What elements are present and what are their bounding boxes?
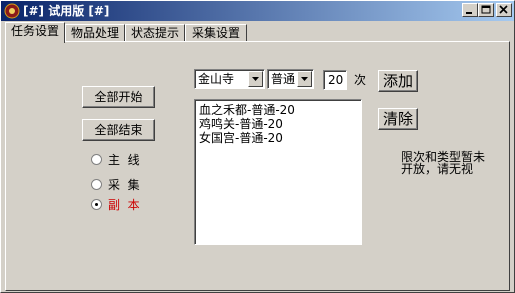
radio-main-quest[interactable]: 主 线 <box>91 152 151 168</box>
radio-circle <box>91 154 102 165</box>
difficulty-select[interactable]: 普通 <box>267 69 314 89</box>
minimize-icon <box>466 12 472 14</box>
app-window: [#] 试用版 [#] 任务设置 物品处理 状态提示 采集设置 全部开始 全部结… <box>0 0 515 293</box>
app-icon <box>4 3 20 19</box>
location-select[interactable]: 金山寺 <box>194 69 265 89</box>
list-item[interactable]: 女国宫-普通-20 <box>199 131 283 145</box>
tab-label: 任务设置 <box>10 24 59 38</box>
list-item[interactable]: 鸡鸣关-普通-20 <box>199 117 283 131</box>
radio-label: 主 线 <box>108 153 140 167</box>
tab-status-tips[interactable]: 状态提示 <box>125 24 185 42</box>
clear-button[interactable]: 清除 <box>378 108 418 130</box>
task-settings-panel: 全部开始 全部结束 主 线 采 集 副 本 金山寺 普通 20 次 添加 清除 … <box>5 41 510 291</box>
radio-dot <box>95 203 98 206</box>
radio-gather[interactable]: 采 集 <box>91 177 151 193</box>
chevron-down-icon <box>252 77 259 81</box>
tab-item-handling[interactable]: 物品处理 <box>65 24 125 42</box>
radio-circle <box>91 199 102 210</box>
difficulty-select-value: 普通 <box>271 72 296 86</box>
radio-circle <box>91 179 102 190</box>
tab-label: 采集设置 <box>191 26 240 40</box>
location-dropdown-button[interactable] <box>248 71 263 87</box>
tab-label: 状态提示 <box>130 26 179 40</box>
tab-task-settings[interactable]: 任务设置 <box>5 22 65 43</box>
radio-dungeon[interactable]: 副 本 <box>91 197 151 213</box>
task-listbox[interactable]: 血之禾都-普通-20 鸡鸣关-普通-20 女国宫-普通-20 <box>194 99 362 245</box>
maximize-icon <box>481 5 491 14</box>
end-all-button[interactable]: 全部结束 <box>82 119 155 141</box>
count-input[interactable]: 20 <box>323 70 347 90</box>
start-all-button[interactable]: 全部开始 <box>82 86 155 108</box>
radio-label: 采 集 <box>108 178 140 192</box>
location-select-value: 金山寺 <box>198 72 235 86</box>
add-button[interactable]: 添加 <box>378 70 418 92</box>
chevron-down-icon <box>301 77 308 81</box>
close-button[interactable] <box>496 3 512 17</box>
window-title: [#] 试用版 [#] <box>23 4 110 18</box>
list-item[interactable]: 血之禾都-普通-20 <box>199 103 295 117</box>
notice-text-line2: 开放，请无视 <box>401 162 474 176</box>
count-unit-label: 次 <box>354 73 367 87</box>
difficulty-dropdown-button[interactable] <box>297 71 312 87</box>
radio-label: 副 本 <box>108 198 140 212</box>
tab-gather-settings[interactable]: 采集设置 <box>185 24 247 42</box>
maximize-button[interactable] <box>478 3 494 17</box>
count-input-value: 20 <box>328 73 344 87</box>
minimize-button[interactable] <box>462 3 478 17</box>
tab-label: 物品处理 <box>70 26 119 40</box>
close-icon <box>499 5 508 14</box>
title-bar[interactable]: [#] 试用版 [#] <box>1 1 514 21</box>
